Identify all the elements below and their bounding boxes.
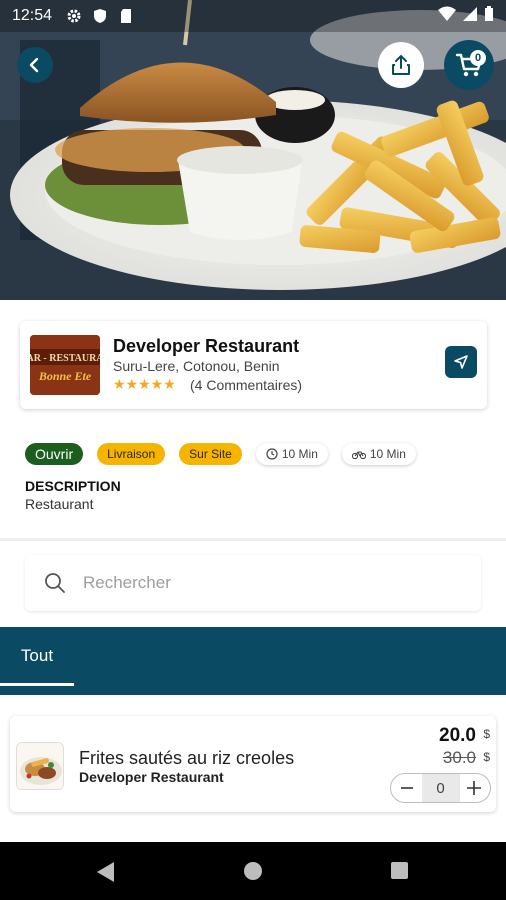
restaurant-info-card: AR - RESTAURA Bonne Ete Developer Restau… [20,321,487,409]
share-icon [392,55,410,75]
status-bar: 12:54 [0,0,506,32]
back-button[interactable] [17,47,53,83]
product-image [16,742,64,790]
svg-text:AR - RESTAURA: AR - RESTAURA [30,353,100,364]
svg-text:Bonne Ete: Bonne Ete [38,369,92,383]
quantity-value[interactable]: 0 [421,774,460,802]
review-count-link[interactable]: (4 Commentaires) [190,377,302,393]
share-button[interactable] [378,42,424,88]
rating-stars: ★★★★★ [113,376,176,392]
product-restaurant-name: Developer Restaurant [79,769,224,785]
category-tab-bar: Tout [0,627,506,695]
delivery-time-badge: 10 Min [341,443,416,465]
open-status-badge: Ouvrir [25,443,84,465]
square-recents-icon [391,862,408,879]
sd-card-status-icon [118,8,134,24]
delivery-time-text: 10 Min [369,447,406,461]
search-placeholder: Rechercher [83,573,171,592]
status-time: 12:54 [12,7,53,24]
directions-button[interactable] [445,346,477,378]
nav-home-button[interactable] [243,861,263,886]
search-input[interactable]: Rechercher [25,555,481,611]
battery-icon [484,5,494,27]
circle-home-icon [244,862,262,880]
navigation-arrow-icon [454,355,468,369]
settings-status-icon [66,8,82,24]
restaurant-tags: Ouvrir Livraison Sur Site 10 Min 10 Min [25,443,416,465]
bicycle-icon [351,451,366,460]
product-old-price: 30.0 [442,748,476,767]
search-icon [43,571,67,595]
restaurant-logo: AR - RESTAURA Bonne Ete [30,335,100,395]
on-site-badge: Sur Site [179,443,242,465]
product-card[interactable]: Frites sautés au riz creoles Developer R… [10,716,496,812]
price-currency: $ [483,727,490,741]
triangle-back-icon [97,862,114,882]
decrease-quantity-button[interactable] [395,776,419,800]
chevron-left-icon [29,57,39,73]
nav-back-button[interactable] [96,861,116,888]
nav-recents-button[interactable] [390,861,409,885]
wifi-icon [438,6,456,27]
section-divider [0,538,506,541]
prep-time-text: 10 Min [281,447,318,461]
minus-icon [401,787,413,789]
restaurant-cover-image [0,0,506,300]
restaurant-address: Suru-Lere, Cotonou, Benin [113,358,280,374]
cart-count-badge: 0 [470,50,486,66]
product-price: 20.0 [439,725,476,746]
prep-time-badge: 10 Min [255,443,328,465]
old-price-currency: $ [483,750,490,764]
increase-quantity-button[interactable] [462,776,486,800]
description-heading: DESCRIPTION [25,478,121,494]
active-tab-indicator [0,683,74,686]
cart-button[interactable] [444,40,494,90]
app-screen: 12:54 0 AR - RESTAURA Bonne Ete Develope… [0,0,506,900]
system-navigation-bar [0,842,506,900]
product-name: Frites sautés au riz creoles [79,748,295,768]
delivery-badge: Livraison [97,443,166,465]
signal-icon [462,6,478,27]
quantity-stepper: 0 [390,773,491,803]
shield-status-icon [92,8,108,24]
clock-icon [266,448,278,460]
restaurant-name: Developer Restaurant [113,336,300,356]
description-text: Restaurant [25,496,94,512]
plus-icon [467,781,481,795]
